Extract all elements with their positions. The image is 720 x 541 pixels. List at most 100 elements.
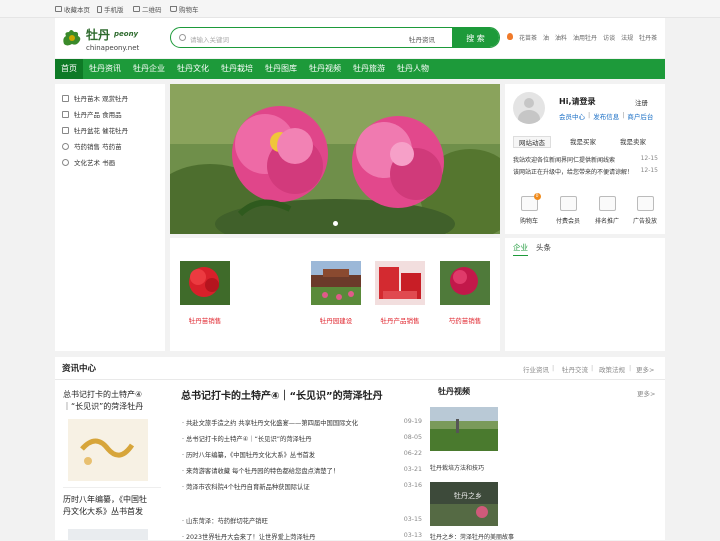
bookmark-link[interactable]: 收藏本页 [55, 4, 90, 14]
search-icon [179, 34, 186, 41]
news-list-item[interactable]: · 山东菏泽：芍药鲜切花产销旺 03-15 [182, 516, 422, 525]
hot-word[interactable]: 法规 [621, 33, 633, 42]
service-promote[interactable]: 排名推广 [595, 196, 619, 225]
news-list-item[interactable]: · 共赴文旅手造之约 共享牡丹文化盛宴——第四届中国国际文化 09-19 [182, 418, 422, 427]
category-item[interactable]: 芍药销售 芍药苗 [62, 141, 122, 151]
hot-word[interactable]: 油料 [555, 33, 567, 42]
ad-icon [636, 196, 654, 211]
logo-text-en: peony [114, 30, 139, 38]
news-tab[interactable]: 政策法规 [599, 364, 625, 374]
cart-icon [170, 6, 177, 12]
video-thumbnail[interactable] [430, 407, 498, 451]
tab-seller[interactable]: 我是卖家 [615, 136, 651, 148]
cart-icon: 0 [520, 193, 541, 211]
search-box: 请输入关键词 牡丹资讯 搜 索 [170, 27, 500, 48]
category-item[interactable]: 牡丹苗木 观赏牡丹 [62, 93, 128, 103]
user-tabs: 网站动态 我是买家 我是卖家 [513, 136, 665, 148]
hot-word[interactable]: 油用牡丹 [573, 33, 597, 42]
art-icon [62, 158, 69, 166]
news-card-title[interactable]: 总书记打卡的土特产④｜“长见识”的菏泽牡丹 [63, 389, 153, 413]
category-item[interactable]: 牡丹产品 食用品 [62, 109, 122, 119]
logo-url: chinapeony.net [86, 44, 140, 52]
category-item[interactable]: 文化艺术 书画 [62, 157, 115, 167]
category-item[interactable]: 牡丹盆花 催花牡丹 [62, 125, 128, 135]
product-card[interactable]: 牡丹园建设 [305, 255, 367, 333]
video-more-link[interactable]: 更多> [637, 388, 655, 398]
bookmark-icon [55, 6, 62, 12]
top-utility-bar: 收藏本页 手机版 二维码 购物车 [0, 0, 720, 18]
service-vip[interactable]: 付费会员 [556, 196, 580, 225]
tab-site-news[interactable]: 网站动态 [513, 136, 551, 148]
hot-word[interactable]: 牡丹茶 [639, 33, 657, 42]
nav-travel[interactable]: 牡丹旅游 [347, 59, 391, 79]
qrcode-link[interactable]: 二维码 [133, 4, 162, 14]
nav-people[interactable]: 牡丹人物 [391, 59, 435, 79]
tab-enterprise[interactable]: 企业 [513, 242, 528, 256]
news-card-image[interactable] [68, 529, 148, 540]
avatar [513, 92, 545, 124]
search-button[interactable]: 搜 索 [452, 28, 499, 47]
peony-banner-image [170, 84, 500, 234]
product-image [375, 261, 425, 305]
nav-home[interactable]: 首页 [55, 59, 83, 79]
nav-news[interactable]: 牡丹资讯 [83, 59, 127, 79]
nav-culture[interactable]: 牡丹文化 [171, 59, 215, 79]
nav-cultivation[interactable]: 牡丹栽培 [215, 59, 259, 79]
register-link[interactable]: 注册 [635, 97, 648, 107]
nav-enterprise[interactable]: 牡丹企业 [127, 59, 171, 79]
site-header: 牡丹 peony chinapeony.net 请输入关键词 牡丹资讯 搜 索 … [55, 18, 665, 58]
hot-word[interactable]: 油 [543, 33, 549, 42]
merchant-link[interactable]: 商户后台 [627, 111, 653, 121]
news-list-item[interactable]: · 菏泽市农科院4个牡丹自育新品种获国际认证 03-16 [182, 482, 422, 491]
news-card-title[interactable]: 历时八年编纂，《中国牡丹文化大系》丛书首发 [63, 494, 153, 518]
product-card[interactable]: 芍药苗销售 [434, 255, 496, 333]
section-title: 资讯中心 [62, 364, 97, 374]
product-image [180, 261, 230, 305]
news-list-item[interactable]: · 总书记打卡的土特产④｜“长见识”的菏泽牡丹 08-05 [182, 434, 422, 443]
video-thumbnail[interactable]: 牡丹之乡 [430, 482, 498, 526]
tab-headlines[interactable]: 头条 [536, 242, 551, 253]
video-section-title: 牡丹视频 [438, 387, 470, 396]
cart-badge: 0 [533, 193, 541, 200]
hot-word[interactable]: 花苗茶 [519, 33, 537, 42]
tab-buyer[interactable]: 我是买家 [565, 136, 601, 148]
hot-word[interactable]: 访谈 [603, 33, 615, 42]
product-card[interactable]: 牡丹产品销售 [369, 255, 431, 333]
notice-item[interactable]: 该网站正在升级中，给您带来的不便请谅解！ 12-15 [513, 167, 658, 176]
cart-link[interactable]: 购物车 [170, 4, 199, 14]
news-list-item[interactable]: · 历时八年编纂，《中国牡丹文化大系》丛书首发 06-22 [182, 450, 422, 459]
main-nav: 首页 牡丹资讯 牡丹企业 牡丹文化 牡丹栽培 牡丹图库 牡丹视频 牡丹旅游 牡丹… [55, 59, 665, 79]
notice-item[interactable]: 我站欢迎各位新闻界同仁提供新闻线索 12-15 [513, 155, 658, 164]
pot-icon [62, 126, 69, 134]
enterprise-panel: 企业 头条 [505, 238, 665, 351]
hero-banner[interactable] [170, 84, 500, 234]
search-category-select[interactable]: 牡丹资讯 [409, 34, 461, 44]
service-ads[interactable]: 广告投放 [633, 196, 657, 225]
news-more-link[interactable]: 更多> [636, 364, 654, 374]
nav-video[interactable]: 牡丹视频 [303, 59, 347, 79]
product-card[interactable]: 牡丹苗销售 [174, 255, 236, 333]
hot-words: 花苗茶 油 油料 油用牡丹 访谈 法规 牡丹茶 [507, 33, 657, 42]
product-icon [62, 110, 69, 118]
search-input[interactable]: 请输入关键词 [190, 34, 229, 44]
login-link[interactable]: Hi,请登录 [559, 96, 595, 107]
user-links: 会员中心 | 发布信息 | 商户后台 [559, 111, 654, 121]
site-logo[interactable]: 牡丹 peony chinapeony.net [60, 24, 145, 54]
mobile-link[interactable]: 手机版 [97, 4, 124, 14]
member-center-link[interactable]: 会员中心 [559, 111, 585, 121]
news-card-image[interactable] [68, 419, 148, 481]
service-cart[interactable]: 0 购物车 [517, 193, 541, 225]
vip-icon [559, 196, 577, 211]
carousel-dot[interactable] [333, 221, 338, 226]
news-tab[interactable]: 行业资讯 [523, 364, 549, 374]
svg-text:牡丹之乡: 牡丹之乡 [454, 491, 482, 500]
video-caption[interactable]: 牡丹栽培方法和技巧 [430, 463, 484, 472]
news-list-item[interactable]: · 来菏游客请收藏 每个牡丹园的特色都给您盘点清楚了！ 03-21 [182, 466, 422, 475]
ranking-icon [598, 196, 616, 211]
news-headline[interactable]: 总书记打卡的土特产④｜“长见识”的菏泽牡丹 [181, 387, 383, 402]
user-panel: Hi,请登录 注册 会员中心 | 发布信息 | 商户后台 网站动态 我是买家 我是卖… [505, 84, 665, 234]
publish-link[interactable]: 发布信息 [593, 111, 619, 121]
herb-icon [62, 142, 69, 150]
news-tab[interactable]: 牡丹交流 [562, 364, 588, 374]
nav-gallery[interactable]: 牡丹图库 [259, 59, 303, 79]
